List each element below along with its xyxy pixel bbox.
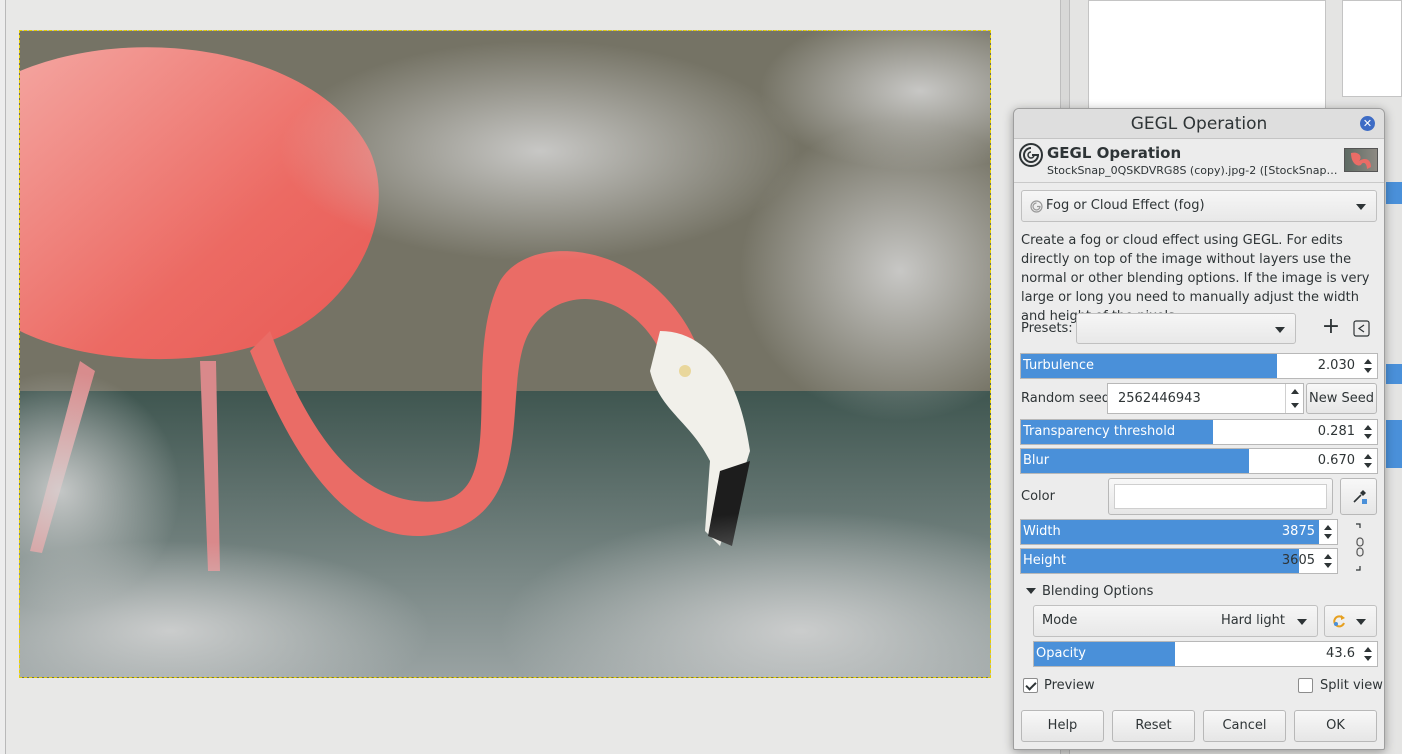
dialog-header: GEGL Operation StockSnap_0QSKDVRG8S (cop… [1014,140,1384,182]
opacity-value: 43.6 [1326,646,1355,661]
gegl-logo-icon [1019,143,1043,167]
help-button[interactable]: Help [1021,710,1104,742]
blending-options-expander[interactable]: Blending Options [1042,584,1153,599]
random-seed-label: Random seed [1021,391,1110,406]
cancel-button[interactable]: Cancel [1203,710,1286,742]
transparency-spin-arrows[interactable] [1359,420,1377,444]
dialog-titlebar[interactable]: GEGL Operation ✕ [1014,109,1384,139]
turbulence-label: Turbulence [1023,358,1095,373]
vertical-ruler [0,0,6,754]
gegl-small-icon [1030,200,1043,213]
operation-select[interactable]: Fog or Cloud Effect (fog) [1021,190,1377,222]
reset-button[interactable]: Reset [1112,710,1195,742]
random-seed-spin-arrows[interactable] [1285,384,1303,413]
color-picker-icon [1353,490,1367,504]
chevron-down-icon [1356,204,1366,210]
flamingo-image [20,31,990,677]
split-view-checkbox[interactable] [1298,678,1313,693]
random-seed-value: 2562446943 [1118,391,1201,406]
turbulence-spin-arrows[interactable] [1359,354,1377,378]
random-seed-input[interactable]: 2562446943 [1107,383,1304,414]
color-label: Color [1021,489,1055,504]
preview-checkbox[interactable] [1023,678,1038,693]
width-label: Width [1023,524,1061,539]
turbulence-value: 2.030 [1317,358,1355,373]
close-icon[interactable]: ✕ [1360,116,1375,131]
dock-selected-layer[interactable] [1386,364,1402,384]
opacity-label: Opacity [1036,646,1087,661]
height-value: 3605 [1281,553,1315,568]
add-preset-icon[interactable]: + [1321,316,1341,340]
blur-spin-arrows[interactable] [1359,449,1377,473]
color-picker-button[interactable] [1340,478,1377,515]
height-label: Height [1023,553,1066,568]
new-seed-button[interactable]: New Seed [1306,383,1377,414]
chevron-down-icon [1275,327,1285,333]
preview-label: Preview [1044,678,1095,693]
image-canvas[interactable] [19,30,991,678]
turbulence-slider[interactable]: Turbulence 2.030 [1020,353,1378,379]
width-spin-arrows[interactable] [1319,520,1337,544]
opacity-slider[interactable]: Opacity 43.6 [1033,641,1378,667]
blend-space-select[interactable] [1324,605,1377,637]
presets-select[interactable] [1076,313,1296,344]
blur-slider[interactable]: Blur 0.670 [1020,448,1378,474]
blend-mode-value: Hard light [1220,613,1285,628]
transparency-threshold-value: 0.281 [1317,424,1355,439]
image-canvas-area[interactable] [0,0,1060,754]
dialog-title: GEGL Operation [1130,114,1268,134]
ok-button[interactable]: OK [1294,710,1377,742]
blur-fill [1021,449,1249,473]
presets-label: Presets: [1021,321,1073,336]
dock-preview [1342,0,1402,97]
operation-select-value: Fog or Cloud Effect (fog) [1046,198,1205,213]
opacity-spin-arrows[interactable] [1359,642,1377,666]
height-spin-arrows[interactable] [1319,549,1337,573]
color-swatch [1114,484,1327,509]
chevron-down-icon [1297,619,1307,625]
height-slider[interactable]: Height 3605 [1020,548,1338,574]
blend-mode-select[interactable]: Mode Hard light [1033,605,1318,637]
chevron-down-icon [1356,619,1366,625]
blur-label: Blur [1023,453,1050,468]
operation-description: Create a fog or cloud effect using GEGL.… [1021,233,1370,324]
image-thumbnail [1344,148,1378,172]
transparency-threshold-slider[interactable]: Transparency threshold 0.281 [1020,419,1378,445]
header-title: GEGL Operation [1047,144,1182,162]
width-slider[interactable]: Width 3875 [1020,519,1338,545]
header-separator [1014,182,1384,183]
width-value: 3875 [1281,524,1315,539]
reset-blend-icon [1333,615,1345,628]
dock-selected-row[interactable] [1386,420,1402,468]
dock-selected-item[interactable] [1386,182,1402,204]
transparency-threshold-label: Transparency threshold [1023,424,1176,439]
manage-presets-icon[interactable] [1353,320,1370,337]
color-button[interactable] [1108,478,1333,515]
dock-list-view[interactable] [1088,0,1326,110]
expander-arrow-icon[interactable] [1026,588,1036,594]
split-view-label: Split view [1320,678,1383,693]
gegl-operation-dialog: GEGL Operation ✕ GEGL Operation StockSna… [1013,108,1385,750]
blend-mode-label: Mode [1042,613,1078,628]
chain-link-icon[interactable] [1354,522,1366,572]
blur-value: 0.670 [1317,453,1355,468]
header-subtitle: StockSnap_0QSKDVRG8S (copy).jpg-2 ([Stoc… [1047,164,1339,177]
